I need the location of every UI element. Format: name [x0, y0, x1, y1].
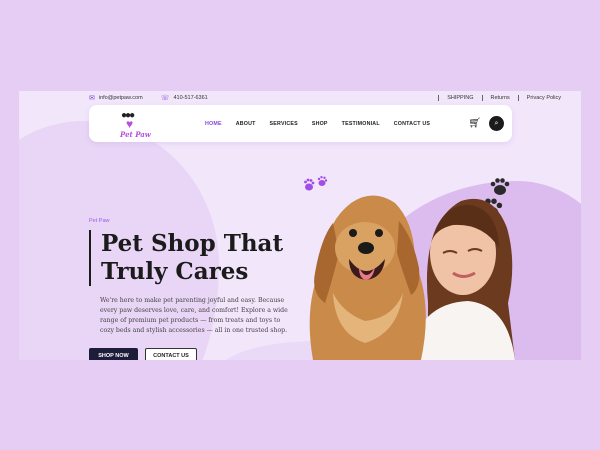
nav-item-contact-us[interactable]: CONTACT US — [394, 121, 430, 127]
shop-now-button[interactable]: SHOP NOW — [89, 348, 138, 360]
nav-item-services[interactable]: SERVICES — [270, 121, 298, 127]
heart-icon: ♥ — [126, 117, 134, 131]
hero-title: Pet Shop That Truly Cares — [89, 230, 299, 286]
link-privacy-policy[interactable]: Privacy Policy — [517, 95, 569, 101]
hero-description: We're here to make pet parenting joyful … — [100, 297, 288, 334]
search-icon[interactable]: ⌕ — [489, 116, 504, 131]
nav-item-testimonial[interactable]: TESTIMONIAL — [342, 121, 380, 127]
main-navbar: ●●● ♥ Pet Paw HOME ABOUT SERVICES SHOP T… — [89, 105, 512, 142]
hero-title-line: Truly Cares — [101, 258, 249, 285]
phone-contact[interactable]: ☏ 410-517-6361 — [161, 94, 208, 102]
site-logo[interactable]: ●●● ♥ Pet Paw — [117, 105, 167, 142]
hero-eyebrow: Pet Paw — [89, 218, 110, 224]
cart-icon[interactable]: 🛒︎ — [468, 118, 481, 129]
hero-photo — [309, 195, 515, 360]
nav-menu: HOME ABOUT SERVICES SHOP TESTIMONIAL CON… — [205, 121, 444, 127]
link-shipping[interactable]: SHIPPING — [438, 95, 481, 101]
phone-icon: ☏ — [160, 95, 170, 102]
mail-icon: ✉ — [89, 95, 95, 102]
nav-item-about[interactable]: ABOUT — [236, 121, 256, 127]
nav-item-home[interactable]: HOME — [205, 121, 222, 127]
nav-item-shop[interactable]: SHOP — [312, 121, 328, 127]
top-info-bar: ✉ info@petpaw.com ☏ 410-517-6361 SHIPPIN… — [89, 91, 569, 105]
utility-links: SHIPPING Returns Privacy Policy — [438, 95, 569, 101]
link-returns[interactable]: Returns — [481, 95, 518, 101]
logo-text: Pet Paw — [120, 130, 151, 139]
phone-text: 410-517-6361 — [173, 95, 208, 101]
email-text: info@petpaw.com — [98, 95, 143, 101]
page-frame: ✉ info@petpaw.com ☏ 410-517-6361 SHIPPIN… — [19, 91, 581, 360]
hero-title-line: Pet Shop That — [101, 230, 284, 257]
email-contact[interactable]: ✉ info@petpaw.com — [89, 94, 143, 102]
contact-us-button[interactable]: CONTACT US — [145, 348, 197, 360]
